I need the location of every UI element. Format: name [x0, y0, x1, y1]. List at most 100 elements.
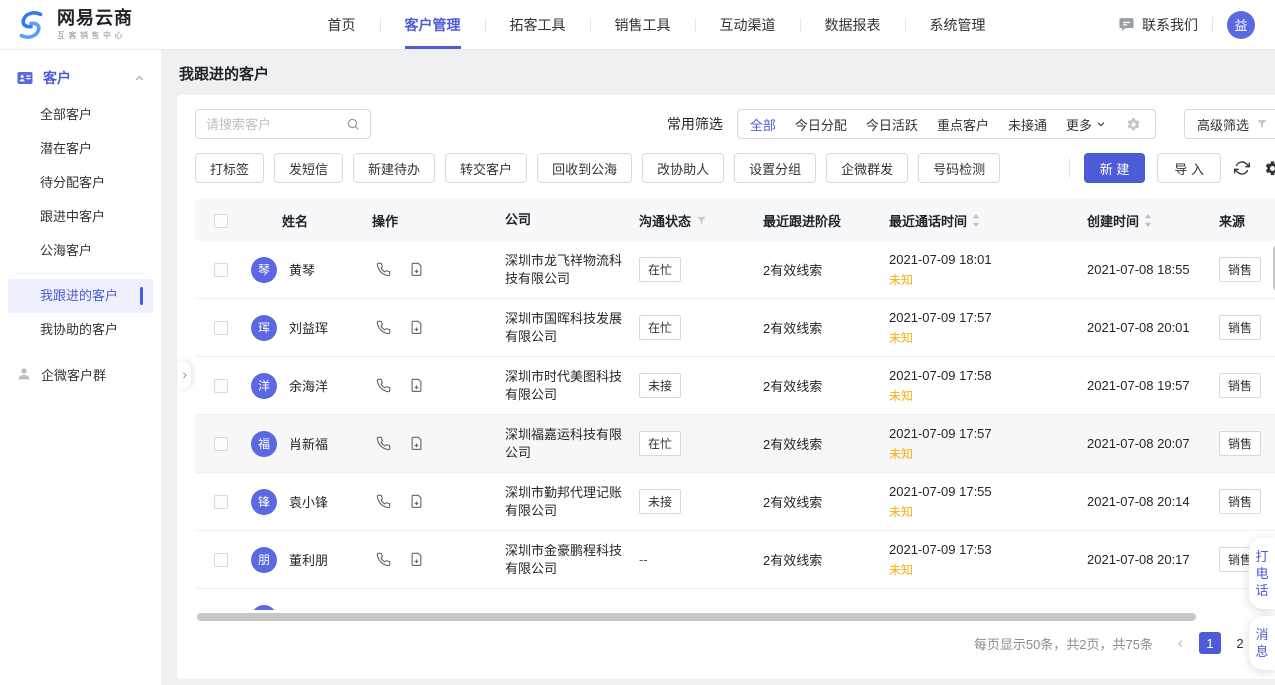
table-viewport: 姓名操作公司沟通状态最近跟进阶段最近通话时间创建时间来源 琴黄琴 深圳市龙飞祥物…: [195, 199, 1275, 610]
table-row-1[interactable]: 珲刘益珲 深圳市国晖科技发展有限公司 在忙 2有效线索 2021-07-09 1…: [195, 299, 1275, 357]
row-checkbox[interactable]: [214, 437, 228, 451]
action-button-1[interactable]: 发短信: [274, 153, 343, 183]
follow-up-stage: 2有效线索: [741, 376, 871, 395]
horizontal-scrollbar[interactable]: [197, 613, 1196, 621]
call-button[interactable]: [375, 435, 392, 452]
nav-item-3[interactable]: 销售工具: [591, 0, 695, 49]
nav-item-6[interactable]: 系统管理: [906, 0, 1010, 49]
phone-icon: [376, 436, 391, 451]
avatar: 锋: [251, 489, 277, 515]
call-button[interactable]: [375, 261, 392, 278]
action-button-0[interactable]: 打标签: [195, 153, 264, 183]
quick-filter-group: 全部今日分配今日活跃重点客户未接通更多: [737, 109, 1156, 139]
action-button-7[interactable]: 企微群发: [826, 153, 908, 183]
add-note-button[interactable]: [408, 609, 425, 610]
new-button[interactable]: 新 建: [1084, 153, 1146, 183]
row-checkbox[interactable]: [214, 379, 228, 393]
prev-page-icon[interactable]: [1169, 632, 1191, 654]
quick-filter-2[interactable]: 今日活跃: [866, 115, 918, 134]
sidebar-item-0[interactable]: 全部客户: [8, 98, 153, 132]
quick-filter-5[interactable]: 更多: [1066, 115, 1106, 134]
advanced-filter-button[interactable]: 高级筛选: [1184, 109, 1275, 139]
row-checkbox[interactable]: [214, 553, 228, 567]
row-checkbox[interactable]: [214, 495, 228, 509]
sidebar-item-wework-groups[interactable]: 企微客户群: [0, 357, 161, 391]
column-header-6[interactable]: 创建时间: [1061, 211, 1201, 230]
quick-filter-3[interactable]: 重点客户: [937, 115, 989, 134]
customer-name: 肖新福: [289, 434, 328, 453]
company-name: 深圳市凯荣亚科技: [491, 609, 623, 611]
logo-title: 网易云商: [57, 8, 133, 28]
add-note-button[interactable]: [408, 435, 425, 452]
make-call-button[interactable]: 打电话: [1249, 538, 1275, 609]
add-note-button[interactable]: [408, 261, 425, 278]
add-note-button[interactable]: [408, 493, 425, 510]
nav-item-0[interactable]: 首页: [304, 0, 380, 49]
table-row-0[interactable]: 琴黄琴 深圳市龙飞祥物流科技有限公司 在忙 2有效线索 2021-07-09 1…: [195, 241, 1275, 299]
nav-item-2[interactable]: 拓客工具: [486, 0, 590, 49]
customer-name: 董利朋: [289, 550, 328, 569]
sidebar-collapse-handle[interactable]: [177, 361, 191, 389]
content-card: 常用筛选 全部今日分配今日活跃重点客户未接通更多 高级筛选 打标签发短信新建待办…: [177, 95, 1275, 679]
action-button-4[interactable]: 回收到公海: [537, 153, 632, 183]
sidebar-item-1[interactable]: 潜在客户: [8, 132, 153, 166]
call-button[interactable]: [375, 319, 392, 336]
column-header-5[interactable]: 最近通话时间: [871, 211, 1061, 230]
action-button-3[interactable]: 转交客户: [445, 153, 527, 183]
quick-filter-gear-button[interactable]: [1125, 115, 1143, 133]
call-button[interactable]: [375, 609, 392, 610]
table-row-2[interactable]: 洋余海洋 深圳市时代美图科技有限公司 未接 2有效线索 2021-07-09 1…: [195, 357, 1275, 415]
pagination: 每页显示50条，共2页，共75条 12: [195, 623, 1275, 663]
nav-item-4[interactable]: 互动渠道: [696, 0, 800, 49]
column-header-3[interactable]: 沟通状态: [623, 211, 741, 230]
toolbar-row: 打标签发短信新建待办转交客户回收到公海改协助人设置分组企微群发号码检测 新 建 …: [195, 153, 1275, 183]
sidebar-item-6[interactable]: 我协助的客户: [8, 313, 153, 347]
page-number-1[interactable]: 1: [1199, 632, 1221, 654]
nav-item-5[interactable]: 数据报表: [801, 0, 905, 49]
import-button[interactable]: 导 入: [1157, 153, 1221, 183]
select-all-checkbox[interactable]: [214, 214, 228, 228]
quick-filter-4[interactable]: 未接通: [1008, 115, 1047, 134]
search-input[interactable]: [206, 117, 340, 132]
page-number-2[interactable]: 2: [1229, 632, 1251, 654]
follow-up-stage: 2有效线索: [741, 550, 871, 569]
nav-item-1[interactable]: 客户管理: [381, 0, 485, 49]
column-settings-gear-icon[interactable]: [1263, 159, 1275, 177]
search-icon[interactable]: [346, 117, 360, 131]
status-tag: 在忙: [639, 431, 681, 456]
table-row-4[interactable]: 锋袁小锋 深圳市勤邦代理记账有限公司 未接 2有效线索 2021-07-09 1…: [195, 473, 1275, 531]
action-button-2[interactable]: 新建待办: [353, 153, 435, 183]
contact-us-button[interactable]: 联系我们: [1118, 15, 1198, 35]
sidebar-item-4[interactable]: 公海客户: [8, 234, 153, 268]
sidebar-item-2[interactable]: 待分配客户: [8, 166, 153, 200]
action-button-6[interactable]: 设置分组: [734, 153, 816, 183]
chat-bubble-icon: [1118, 16, 1135, 33]
add-note-icon: [409, 378, 424, 393]
action-button-8[interactable]: 号码检测: [918, 153, 1000, 183]
action-button-5[interactable]: 改协助人: [642, 153, 724, 183]
add-note-button[interactable]: [408, 319, 425, 336]
message-button[interactable]: 消息: [1249, 616, 1275, 670]
add-note-button[interactable]: [408, 377, 425, 394]
table-row-6[interactable]: 深圳市凯荣亚科技 2021-07-09 17:52: [195, 589, 1275, 610]
call-button[interactable]: [375, 551, 392, 568]
row-checkbox[interactable]: [214, 321, 228, 335]
user-avatar[interactable]: 益: [1227, 11, 1255, 39]
call-button[interactable]: [375, 493, 392, 510]
last-call-time: 2021-07-09 17:57: [889, 426, 1061, 441]
sidebar-item-3[interactable]: 跟进中客户: [8, 200, 153, 234]
table-row-5[interactable]: 朋董利朋 深圳市金豪鹏程科技有限公司 -- 2有效线索 2021-07-09 1…: [195, 531, 1275, 589]
table-body: 琴黄琴 深圳市龙飞祥物流科技有限公司 在忙 2有效线索 2021-07-09 1…: [195, 241, 1275, 610]
filter-row: 常用筛选 全部今日分配今日活跃重点客户未接通更多 高级筛选: [195, 109, 1275, 139]
call-button[interactable]: [375, 377, 392, 394]
row-checkbox[interactable]: [214, 263, 228, 277]
quick-filter-1[interactable]: 今日分配: [795, 115, 847, 134]
add-note-button[interactable]: [408, 551, 425, 568]
refresh-icon[interactable]: [1233, 159, 1251, 177]
company-name: 深圳福嘉运科技有限公司: [491, 426, 623, 462]
sidebar-item-5[interactable]: 我跟进的客户: [8, 279, 153, 313]
sidebar-section-customers[interactable]: 客户: [0, 58, 161, 98]
table-row-3[interactable]: 福肖新福 深圳福嘉运科技有限公司 在忙 2有效线索 2021-07-09 17:…: [195, 415, 1275, 473]
sidebar-section-label: 客户: [43, 68, 125, 88]
quick-filter-0[interactable]: 全部: [750, 115, 776, 134]
